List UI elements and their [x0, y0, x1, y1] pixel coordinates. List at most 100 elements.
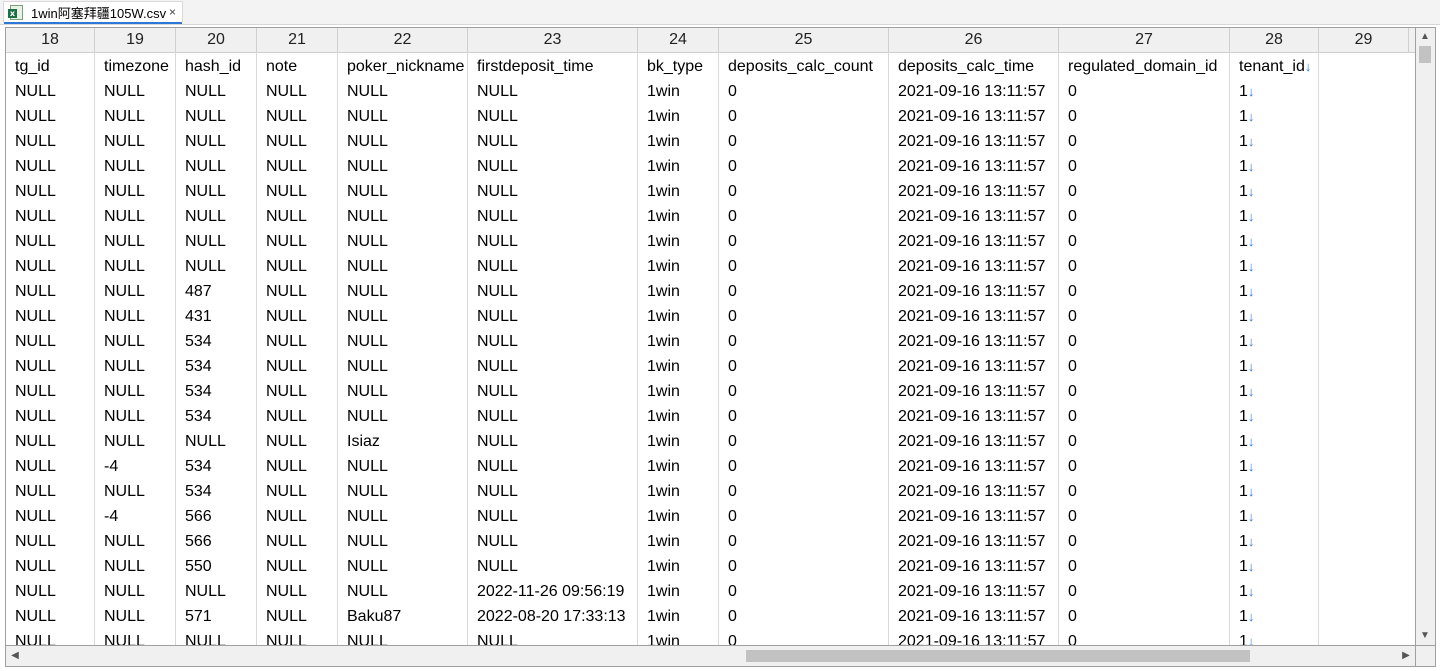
cell[interactable]: NULL — [176, 129, 257, 154]
cell[interactable]: 1↓ — [1230, 254, 1319, 279]
cell[interactable] — [1319, 579, 1409, 604]
cell[interactable]: NULL — [176, 254, 257, 279]
cell[interactable]: 2021-09-16 13:11:57 — [889, 554, 1059, 579]
table-row[interactable]: NULL NULL NULL NULL NULL NULL 1win 0 2021-09-16 … — [6, 154, 1415, 179]
cell[interactable]: NULL — [257, 504, 338, 529]
cell[interactable]: 1↓ — [1230, 554, 1319, 579]
cell[interactable]: 0 — [719, 279, 889, 304]
horizontal-scrollbar[interactable]: ◀ ▶ — [5, 646, 1416, 667]
cell[interactable] — [1319, 354, 1409, 379]
cell[interactable]: Baku87 — [338, 604, 468, 629]
cell[interactable] — [1319, 479, 1409, 504]
cell[interactable]: 0 — [1059, 154, 1230, 179]
cell[interactable]: 2022-08-20 17:33:13 — [468, 604, 638, 629]
cell[interactable]: NULL — [338, 379, 468, 404]
cell[interactable]: poker_nickname — [338, 54, 468, 79]
table-row[interactable]: NULL NULL 534 NULL NULL NULL 1win 0 2021-09-16 1… — [6, 329, 1415, 354]
cell[interactable]: 1↓ — [1230, 154, 1319, 179]
cell[interactable]: 0 — [1059, 129, 1230, 154]
table-row[interactable]: NULL -4 566 NULL NULL NULL 1win 0 2021-09-16 13:… — [6, 504, 1415, 529]
cell[interactable]: 0 — [1059, 629, 1230, 645]
cell[interactable]: NULL — [468, 304, 638, 329]
close-tab-icon[interactable]: × — [169, 5, 176, 19]
cell[interactable]: NULL — [257, 229, 338, 254]
cell[interactable]: NULL — [468, 554, 638, 579]
cell[interactable]: NULL — [257, 104, 338, 129]
cell[interactable]: 0 — [719, 579, 889, 604]
cell[interactable]: NULL — [176, 229, 257, 254]
cell[interactable]: NULL — [95, 104, 176, 129]
cell[interactable]: NULL — [95, 404, 176, 429]
cell[interactable]: 0 — [1059, 479, 1230, 504]
cell[interactable]: 0 — [719, 479, 889, 504]
cell[interactable]: NULL — [468, 529, 638, 554]
cell[interactable]: NULL — [468, 154, 638, 179]
cell[interactable] — [1319, 504, 1409, 529]
cell[interactable]: NULL — [6, 554, 95, 579]
cell[interactable]: NULL — [468, 454, 638, 479]
column-number-29[interactable]: 29 — [1319, 28, 1409, 52]
cell[interactable]: 487 — [176, 279, 257, 304]
cell[interactable]: 1win — [638, 604, 719, 629]
cell[interactable]: 1win — [638, 379, 719, 404]
cell[interactable]: NULL — [338, 129, 468, 154]
cell[interactable]: NULL — [257, 279, 338, 304]
cell[interactable]: NULL — [468, 129, 638, 154]
file-tab[interactable]: x 1win阿塞拜疆105W.csv × — [3, 1, 183, 24]
cell[interactable]: 1↓ — [1230, 629, 1319, 645]
cell[interactable]: 0 — [1059, 79, 1230, 104]
cell[interactable]: 2021-09-16 13:11:57 — [889, 529, 1059, 554]
cell[interactable]: NULL — [338, 629, 468, 645]
cell[interactable]: Isiaz — [338, 429, 468, 454]
cell[interactable]: NULL — [338, 454, 468, 479]
cell[interactable]: NULL — [338, 79, 468, 104]
cell[interactable]: 1↓ — [1230, 379, 1319, 404]
cell[interactable] — [1319, 429, 1409, 454]
cell[interactable]: NULL — [338, 354, 468, 379]
cell[interactable]: 1↓ — [1230, 179, 1319, 204]
cell[interactable]: NULL — [95, 129, 176, 154]
cell[interactable]: NULL — [176, 429, 257, 454]
cell[interactable]: 0 — [719, 254, 889, 279]
cell[interactable]: 1↓ — [1230, 304, 1319, 329]
cell[interactable]: regulated_domain_id — [1059, 54, 1230, 79]
cell[interactable] — [1319, 129, 1409, 154]
cell[interactable]: 0 — [1059, 429, 1230, 454]
cell[interactable]: 1win — [638, 204, 719, 229]
table-row[interactable]: NULL -4 534 NULL NULL NULL 1win 0 2021-09-16 13:… — [6, 454, 1415, 479]
cell[interactable]: 2021-09-16 13:11:57 — [889, 279, 1059, 304]
column-number-27[interactable]: 27 — [1059, 28, 1230, 52]
cell[interactable]: NULL — [257, 329, 338, 354]
cell[interactable]: NULL — [6, 579, 95, 604]
table-row[interactable]: NULL NULL NULL NULL NULL NULL 1win 0 2021-09-16 … — [6, 629, 1415, 645]
cell[interactable]: NULL — [468, 179, 638, 204]
cell[interactable]: NULL — [95, 429, 176, 454]
cell[interactable]: NULL — [257, 479, 338, 504]
cell[interactable]: NULL — [257, 604, 338, 629]
column-number-19[interactable]: 19 — [95, 28, 176, 52]
cell[interactable]: 1↓ — [1230, 129, 1319, 154]
cell[interactable]: NULL — [6, 304, 95, 329]
cell[interactable]: NULL — [468, 79, 638, 104]
cell[interactable]: NULL — [257, 579, 338, 604]
table-row[interactable]: NULL NULL NULL NULL NULL NULL 1win 0 2021-09-16 … — [6, 204, 1415, 229]
table-row[interactable]: NULL NULL NULL NULL NULL NULL 1win 0 2021-09-16 … — [6, 254, 1415, 279]
cell[interactable]: NULL — [6, 204, 95, 229]
cell[interactable]: 2021-09-16 13:11:57 — [889, 604, 1059, 629]
cell[interactable]: note — [257, 54, 338, 79]
cell[interactable]: 0 — [719, 304, 889, 329]
cell[interactable]: NULL — [257, 529, 338, 554]
cell[interactable]: NULL — [95, 354, 176, 379]
cell[interactable]: 2021-09-16 13:11:57 — [889, 454, 1059, 479]
column-number-18[interactable]: 18 — [6, 28, 95, 52]
cell[interactable]: 566 — [176, 504, 257, 529]
cell[interactable]: NULL — [95, 629, 176, 645]
cell[interactable]: 2021-09-16 13:11:57 — [889, 304, 1059, 329]
cell[interactable]: NULL — [176, 204, 257, 229]
column-number-21[interactable]: 21 — [257, 28, 338, 52]
cell[interactable]: NULL — [95, 329, 176, 354]
cell[interactable]: 0 — [1059, 529, 1230, 554]
scroll-right-icon[interactable]: ▶ — [1397, 646, 1415, 666]
column-number-20[interactable]: 20 — [176, 28, 257, 52]
cell[interactable]: 1↓ — [1230, 204, 1319, 229]
